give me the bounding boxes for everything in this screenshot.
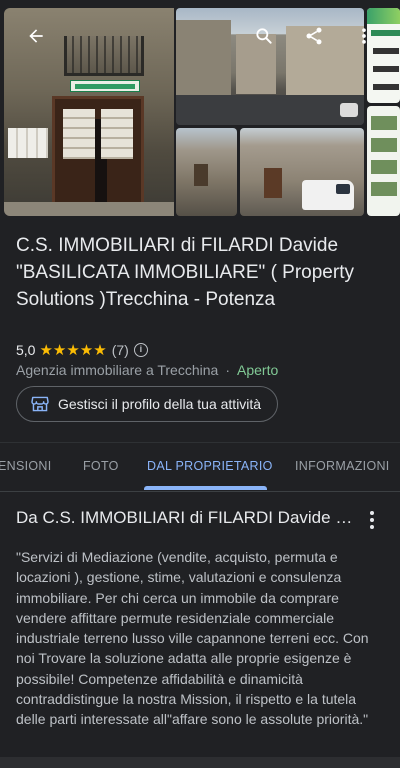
listing-card xyxy=(371,182,397,196)
building-photo[interactable] xyxy=(176,128,237,216)
rating-stars: ★★★★★ xyxy=(39,342,107,359)
search-button[interactable] xyxy=(250,22,278,50)
building-shape xyxy=(176,20,231,100)
tab-from-owner[interactable]: DAL PROPRIETARIO xyxy=(147,459,273,473)
sidewalk-shape xyxy=(4,202,174,216)
category-row: Agenzia immobiliare a Trecchina · Aperto xyxy=(16,360,278,380)
more-vertical-icon[interactable] xyxy=(362,508,382,532)
manage-profile-button[interactable]: Gestisci il profilo della tua attività xyxy=(16,386,278,422)
road-shape xyxy=(176,95,364,125)
tab-info[interactable]: INFORMAZIONI xyxy=(295,459,390,473)
manage-profile-label: Gestisci il profilo della tua attività xyxy=(58,396,262,412)
window-listings-left xyxy=(63,109,95,159)
listing-card xyxy=(371,160,397,174)
window-listings-right xyxy=(101,109,133,159)
bottom-divider xyxy=(0,757,400,768)
listing-card xyxy=(371,116,397,130)
listings-board-photo[interactable] xyxy=(367,106,400,216)
flyer-line xyxy=(373,84,399,90)
white-van-shape xyxy=(302,180,354,210)
window-shape xyxy=(194,164,208,186)
more-options-button[interactable] xyxy=(350,22,378,50)
active-tab-indicator xyxy=(144,486,267,490)
separator-dot: · xyxy=(225,362,230,378)
car-shape xyxy=(340,103,358,117)
balcony-railing-shape xyxy=(64,36,144,76)
business-title: C.S. IMMOBILIARI di FILARDI Davide "BASI… xyxy=(16,235,354,310)
flyer-line xyxy=(373,66,399,72)
rating-score: 5,0 xyxy=(16,342,36,358)
tab-photos[interactable]: FOTO xyxy=(83,459,119,473)
van-street-photo[interactable] xyxy=(240,128,364,216)
tab-reviews[interactable]: ENSIONI xyxy=(0,459,52,473)
share-button[interactable] xyxy=(300,22,328,50)
section-tabs: ENSIONI FOTO DAL PROPRIETARIO INFORMAZIO… xyxy=(0,442,400,492)
photo-gallery[interactable] xyxy=(0,0,400,218)
info-icon[interactable]: i xyxy=(133,343,148,357)
rating-row[interactable]: 5,0 ★★★★★ (7) i xyxy=(16,340,148,360)
owner-section-heading: Da C.S. IMMOBILIARI di FILARDI Davide "B… xyxy=(16,508,356,527)
storefront-icon xyxy=(31,396,49,412)
agency-sign-shape xyxy=(70,80,140,92)
more-vertical-icon xyxy=(362,28,366,44)
wall-poster-shape xyxy=(8,128,48,158)
back-button[interactable] xyxy=(22,22,50,50)
storefront-door-shape xyxy=(52,96,144,206)
review-count[interactable]: (7) xyxy=(112,342,129,358)
owner-description: "Servizi di Mediazione (vendite, acquist… xyxy=(16,549,369,728)
open-status[interactable]: Aperto xyxy=(237,362,278,378)
arrow-left-icon xyxy=(29,29,43,43)
door-shape xyxy=(264,168,282,198)
share-icon xyxy=(306,27,322,45)
listing-card xyxy=(371,138,397,152)
search-icon xyxy=(256,28,272,44)
business-category: Agenzia immobiliare a Trecchina xyxy=(16,362,219,378)
